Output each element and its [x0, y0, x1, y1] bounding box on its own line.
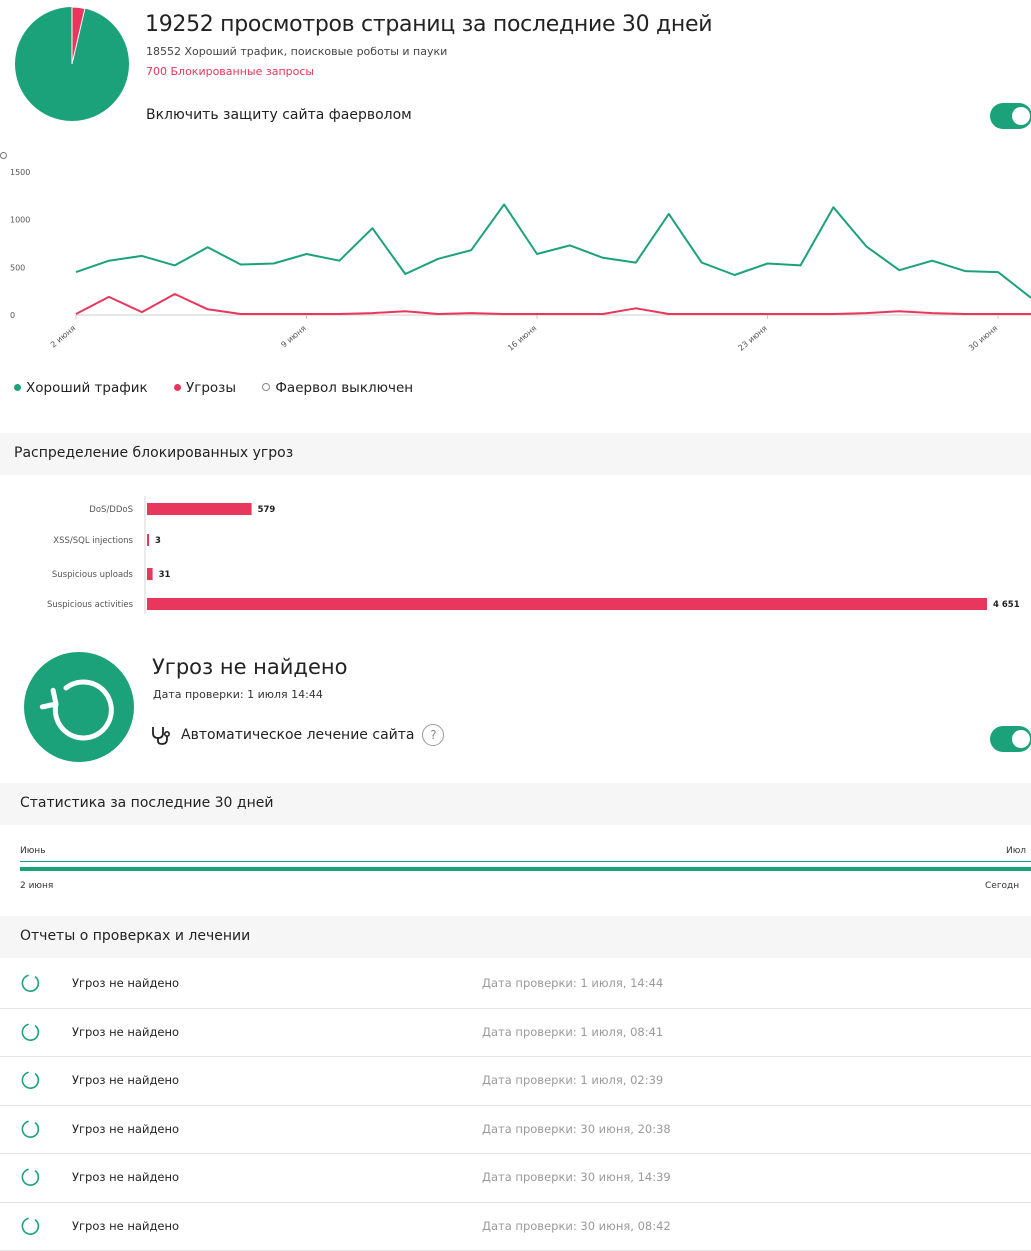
series-line-good-traffic: [76, 204, 1031, 297]
bar: [147, 534, 149, 546]
bar-value-label: 31: [159, 570, 171, 580]
report-row[interactable]: Угроз не найдено Дата проверки: 1 июля, …: [0, 960, 1031, 1009]
report-date: Дата проверки: 1 июля, 02:39: [482, 1073, 663, 1087]
timeline-axis: [20, 861, 1031, 862]
x-tick-label: 9 июня: [279, 324, 308, 350]
y-tick-label: 1000: [10, 216, 30, 225]
report-row[interactable]: Угроз не найдено Дата проверки: 1 июля, …: [0, 1009, 1031, 1058]
good-traffic-summary: 18552 Хороший трафик, поисковые роботы и…: [146, 45, 447, 58]
legend-good-dot: [14, 384, 21, 391]
series-line-threats: [76, 294, 1031, 314]
traffic-line-chart: 0 500 1000 1500 2 июня 9 июня 16 июня 23 июня 30…: [0, 160, 1031, 375]
firewall-protection-toggle[interactable]: [990, 103, 1031, 129]
bar-category-label: XSS/SQL injections: [53, 536, 133, 546]
refresh-icon: [20, 972, 42, 994]
bar: [147, 503, 252, 515]
page-views-title: 19252 просмотров страниц за последние 30…: [145, 12, 712, 37]
report-status: Угроз не найдено: [72, 1073, 179, 1087]
bar: [147, 568, 153, 580]
reports-list: Угроз не найдено Дата проверки: 1 июля, …: [0, 960, 1031, 1251]
refresh-icon: [20, 1021, 42, 1043]
timeline-month-end: Июл: [1006, 846, 1026, 856]
stats-header: Статистика за последние 30 дней: [0, 783, 1031, 825]
report-row[interactable]: Угроз не найдено Дата проверки: 1 июля, …: [0, 1057, 1031, 1106]
timeline-month-start: Июнь: [20, 846, 46, 856]
report-row[interactable]: Угроз не найдено Дата проверки: 30 июня,…: [0, 1154, 1031, 1203]
legend-threats[interactable]: Угрозы: [174, 380, 236, 396]
toggle-knob: [1012, 730, 1030, 748]
bar-category-label: Suspicious uploads: [52, 570, 134, 580]
x-tick-label: 23 июня: [736, 324, 769, 353]
edge-marker: [0, 152, 7, 159]
report-status: Угроз не найдено: [72, 1170, 179, 1184]
refresh-icon: [20, 1069, 42, 1091]
auto-healing-row: Автоматическое лечение сайта?: [149, 724, 444, 746]
timeline-bar: [20, 867, 1031, 871]
refresh-icon: [20, 1215, 42, 1237]
report-status: Угроз не найдено: [72, 1025, 179, 1039]
reports-header: Отчеты о проверках и лечении: [0, 916, 1031, 958]
legend-firewall-off-dot: [262, 383, 270, 391]
y-tick-label: 1500: [10, 168, 30, 177]
report-status: Угроз не найдено: [72, 1122, 179, 1136]
toggle-knob: [1012, 107, 1030, 125]
report-row[interactable]: Угроз не найдено Дата проверки: 30 июня,…: [0, 1203, 1031, 1251]
stethoscope-icon: [149, 724, 173, 746]
help-icon[interactable]: ?: [422, 724, 444, 746]
auto-healing-toggle[interactable]: [990, 726, 1031, 752]
y-tick-label: 500: [10, 263, 25, 272]
scan-status-circle: [24, 652, 134, 762]
refresh-icon: [20, 1166, 42, 1188]
timeline-date-end: Сегодн: [985, 881, 1019, 891]
timeline-date-start: 2 июня: [20, 881, 53, 891]
report-date: Дата проверки: 30 июня, 20:38: [482, 1122, 671, 1136]
report-status: Угроз не найдено: [72, 976, 179, 990]
firewall-protection-label: Включить защиту сайта фаерволом: [146, 107, 412, 123]
report-date: Дата проверки: 30 июня, 14:39: [482, 1170, 671, 1184]
legend-good[interactable]: Хороший трафик: [14, 380, 148, 396]
threat-distribution-chart: DoS/DDoS 579 XSS/SQL injections 3 Suspicious…: [0, 490, 1031, 620]
bar-category-label: Suspicious activities: [47, 600, 134, 610]
bar-value-label: 579: [258, 505, 276, 515]
threat-distribution-header: Распределение блокированных угроз: [0, 433, 1031, 475]
report-date: Дата проверки: 30 июня, 08:42: [482, 1219, 671, 1233]
legend-firewall-off-label: Фаервол выключен: [275, 380, 413, 396]
x-tick-label: 2 июня: [49, 324, 78, 350]
bar-category-label: DoS/DDoS: [89, 505, 133, 515]
chart-legend: Хороший трафик Угрозы Фаервол выключен: [14, 380, 435, 396]
report-row[interactable]: Угроз не найдено Дата проверки: 30 июня,…: [0, 1106, 1031, 1155]
legend-good-label: Хороший трафик: [26, 380, 148, 396]
bar: [147, 598, 987, 610]
y-tick-label: 0: [10, 311, 15, 320]
traffic-pie-chart: [14, 2, 130, 126]
report-date: Дата проверки: 1 июля, 14:44: [482, 976, 663, 990]
x-tick-label: 30 июня: [967, 324, 1000, 353]
report-date: Дата проверки: 1 июля, 08:41: [482, 1025, 663, 1039]
legend-firewall-off[interactable]: Фаервол выключен: [262, 380, 413, 396]
refresh-icon: [24, 652, 134, 762]
auto-healing-label: Автоматическое лечение сайта: [181, 727, 414, 743]
reports-title: Отчеты о проверках и лечении: [20, 928, 250, 944]
scan-result-title: Угроз не найдено: [152, 655, 347, 679]
bar-value-label: 4 651: [993, 600, 1020, 610]
legend-threats-dot: [174, 384, 181, 391]
report-status: Угроз не найдено: [72, 1219, 179, 1233]
blocked-requests-summary: 700 Блокированные запросы: [146, 65, 314, 78]
scan-date: Дата проверки: 1 июля 14:44: [153, 688, 323, 701]
threat-distribution-title: Распределение блокированных угроз: [14, 445, 293, 461]
legend-threats-label: Угрозы: [186, 380, 236, 396]
refresh-icon: [20, 1118, 42, 1140]
x-tick-label: 16 июня: [506, 324, 539, 353]
stats-title: Статистика за последние 30 дней: [20, 795, 273, 811]
bar-value-label: 3: [155, 536, 161, 546]
